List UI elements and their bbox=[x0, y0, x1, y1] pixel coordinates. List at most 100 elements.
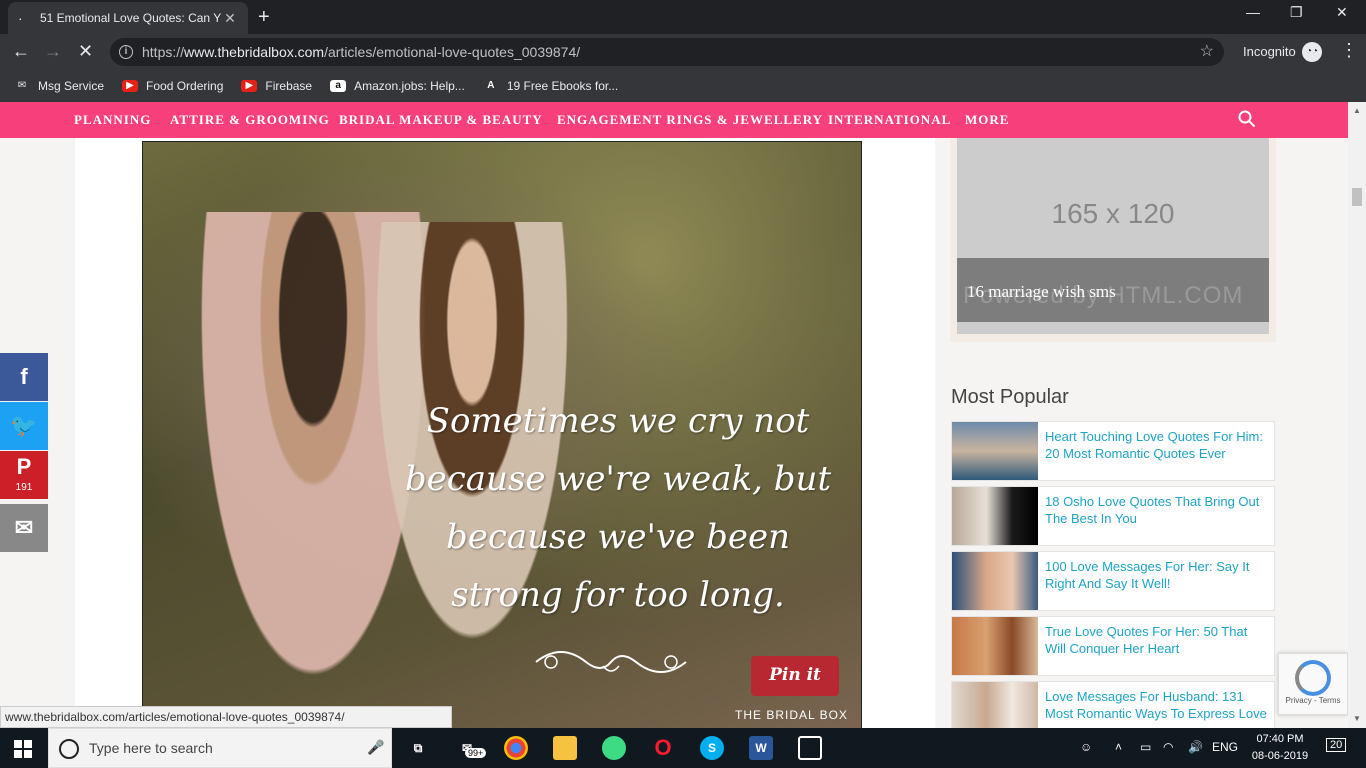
youtube-icon: ▶ bbox=[122, 80, 139, 92]
bookmark-star-icon[interactable]: ☆ bbox=[1200, 38, 1214, 66]
new-tab-button[interactable]: + bbox=[258, 6, 270, 29]
scroll-down-icon[interactable]: ▼ bbox=[1353, 714, 1361, 723]
bookmark-label: Food Ordering bbox=[146, 79, 224, 93]
popular-thumbnail bbox=[952, 617, 1038, 675]
nav-bridal-makeup[interactable]: BRIDAL MAKEUP & BEAUTY bbox=[339, 112, 543, 128]
action-center-icon[interactable]: 20 bbox=[1326, 738, 1347, 752]
flourish-ornament bbox=[535, 651, 687, 673]
windows-start-icon[interactable] bbox=[14, 740, 32, 758]
bookmark-firebase[interactable]: ▶ Firebase bbox=[241, 79, 312, 93]
pin-it-button[interactable]: Pin it bbox=[751, 656, 839, 696]
forward-button[interactable]: → bbox=[44, 41, 62, 62]
people-icon[interactable]: ☺ bbox=[1080, 740, 1092, 754]
amazon-icon: a bbox=[330, 80, 347, 92]
nav-more[interactable]: MORE bbox=[965, 112, 1009, 128]
tab-close-icon[interactable]: ✕ bbox=[222, 10, 238, 27]
word-icon[interactable]: W bbox=[749, 736, 773, 760]
loading-icon: · bbox=[18, 10, 23, 26]
recaptcha-badge[interactable]: Privacy - Terms bbox=[1278, 653, 1348, 715]
popular-item-title[interactable]: True Love Quotes For Her: 50 That Will C… bbox=[1045, 623, 1271, 657]
popular-item[interactable]: 100 Love Messages For Her: Say It Right … bbox=[951, 551, 1275, 611]
popular-item-title[interactable]: Love Messages For Husband: 131 Most Roma… bbox=[1045, 688, 1271, 722]
article-image[interactable]: Sometimes we cry not because we're weak,… bbox=[142, 141, 862, 728]
ad-caption-bar: Powered by HTML.COM 16 marriage wish sms bbox=[957, 258, 1269, 322]
address-bar[interactable]: i https://www.thebridalbox.com/articles/… bbox=[110, 38, 1224, 66]
popular-item[interactable]: True Love Quotes For Her: 50 That Will C… bbox=[951, 616, 1275, 676]
popular-thumbnail bbox=[952, 487, 1038, 545]
microphone-icon[interactable]: 🎤 bbox=[367, 739, 384, 756]
incognito-icon[interactable]: ◔◔ bbox=[1302, 42, 1322, 62]
browser-titlebar: · 51 Emotional Love Quotes: Can Y ✕ + — … bbox=[0, 0, 1366, 34]
popular-item[interactable]: Heart Touching Love Quotes For Him: 20 M… bbox=[951, 421, 1275, 481]
facebook-share-button[interactable]: f bbox=[0, 353, 48, 401]
scrollbar-thumb[interactable] bbox=[1352, 188, 1362, 206]
page-scrollbar[interactable]: ▲ ▼ bbox=[1348, 102, 1366, 728]
notification-badge: 99+ bbox=[465, 748, 487, 758]
bookmark-msg-service[interactable]: ✉ Msg Service bbox=[14, 79, 104, 93]
popular-item-title[interactable]: 18 Osho Love Quotes That Bring Out The B… bbox=[1045, 493, 1271, 527]
nav-attire-grooming[interactable]: ATTIRE & GROOMING bbox=[170, 112, 330, 128]
window-close-button[interactable]: ✕ bbox=[1336, 4, 1348, 21]
task-view-icon[interactable]: ⧉ bbox=[406, 736, 430, 760]
nav-engagement-rings[interactable]: ENGAGEMENT RINGS & JEWELLERY bbox=[557, 112, 823, 128]
show-hidden-icons[interactable]: ˄ bbox=[1115, 740, 1122, 754]
bookmark-ebooks[interactable]: A 19 Free Ebooks for... bbox=[483, 79, 618, 93]
popular-item-title[interactable]: 100 Love Messages For Her: Say It Right … bbox=[1045, 558, 1271, 592]
taskbar-search-box[interactable]: Type here to search 🎤 bbox=[48, 728, 392, 768]
file-explorer-icon[interactable] bbox=[553, 736, 577, 760]
nav-planning[interactable]: PLANNING bbox=[74, 112, 151, 128]
link-status-bar: www.thebridalbox.com/articles/emotional-… bbox=[0, 706, 452, 728]
ad-size-label: 165 x 120 bbox=[1051, 198, 1175, 229]
url-prefix: https:// bbox=[142, 44, 185, 60]
bookmarks-bar: ✉ Msg Service ▶ Food Ordering ▶ Firebase… bbox=[0, 70, 1366, 102]
popular-item[interactable]: Love Messages For Husband: 131 Most Roma… bbox=[951, 681, 1275, 728]
ad-caption-text[interactable]: 16 marriage wish sms bbox=[967, 282, 1116, 302]
cortana-icon bbox=[59, 739, 79, 759]
taskbar-clock[interactable]: 07:40 PM 08-06-2019 bbox=[1250, 731, 1310, 765]
url-domain: www.thebridalbox.com bbox=[184, 44, 325, 60]
search-icon[interactable] bbox=[1238, 110, 1256, 128]
browser-menu-icon[interactable]: ⋮ bbox=[1340, 40, 1358, 61]
opera-icon[interactable]: O bbox=[651, 736, 675, 760]
site-navbar: PLANNING ATTIRE & GROOMING BRIDAL MAKEUP… bbox=[0, 102, 1348, 138]
pinterest-share-button[interactable]: P 191 bbox=[0, 451, 48, 499]
popular-thumbnail bbox=[952, 682, 1038, 728]
popular-thumbnail bbox=[952, 422, 1038, 480]
youtube-icon: ▶ bbox=[241, 80, 258, 92]
email-icon: ✉ bbox=[14, 515, 34, 540]
email-share-button[interactable]: ✉ bbox=[0, 504, 48, 552]
volume-icon[interactable]: 🔊 bbox=[1188, 740, 1203, 754]
site-info-icon[interactable]: i bbox=[119, 45, 133, 59]
incognito-label: Incognito bbox=[1243, 44, 1296, 59]
language-indicator[interactable]: ENG bbox=[1212, 740, 1238, 754]
stop-button[interactable]: ✕ bbox=[78, 41, 93, 62]
android-studio-icon[interactable] bbox=[602, 736, 626, 760]
ebook-icon: A bbox=[487, 80, 495, 91]
popular-item-title[interactable]: Heart Touching Love Quotes For Him: 20 M… bbox=[1045, 428, 1271, 462]
popular-thumbnail bbox=[952, 552, 1038, 610]
bookmark-label: Firebase bbox=[265, 79, 313, 93]
bookmark-label: Amazon.jobs: Help... bbox=[354, 79, 465, 93]
bookmark-label: 19 Free Ebooks for... bbox=[506, 79, 619, 93]
popular-item[interactable]: 18 Osho Love Quotes That Bring Out The B… bbox=[951, 486, 1275, 546]
browser-tab[interactable]: · 51 Emotional Love Quotes: Can Y ✕ bbox=[8, 2, 248, 34]
minimize-button[interactable]: — bbox=[1246, 4, 1260, 20]
skype-icon[interactable]: S bbox=[700, 736, 724, 760]
photos-icon[interactable] bbox=[798, 736, 822, 760]
network-icon[interactable]: ◠ bbox=[1163, 740, 1173, 754]
mail-icon: ✉ bbox=[17, 80, 27, 91]
back-button[interactable]: ← bbox=[12, 41, 30, 62]
sidebar-ad[interactable]: 165 x 120 Powered by HTML.COM 16 marriag… bbox=[950, 138, 1276, 342]
maximize-button[interactable]: ❐ bbox=[1290, 4, 1303, 21]
twitter-share-button[interactable]: 🐦 bbox=[0, 402, 48, 450]
battery-icon[interactable]: ▭ bbox=[1140, 740, 1151, 754]
bookmark-amazon-jobs[interactable]: a Amazon.jobs: Help... bbox=[330, 79, 465, 93]
bookmark-food-ordering[interactable]: ▶ Food Ordering bbox=[122, 79, 223, 93]
twitter-icon: 🐦 bbox=[10, 413, 38, 438]
recaptcha-links[interactable]: Privacy - Terms bbox=[1279, 696, 1347, 705]
recaptcha-icon bbox=[1295, 660, 1331, 696]
chrome-icon[interactable] bbox=[504, 736, 528, 760]
scroll-up-icon[interactable]: ▲ bbox=[1353, 106, 1361, 115]
url-path: /articles/emotional-love-quotes_0039874/ bbox=[324, 44, 581, 60]
nav-international[interactable]: INTERNATIONAL bbox=[828, 112, 951, 128]
